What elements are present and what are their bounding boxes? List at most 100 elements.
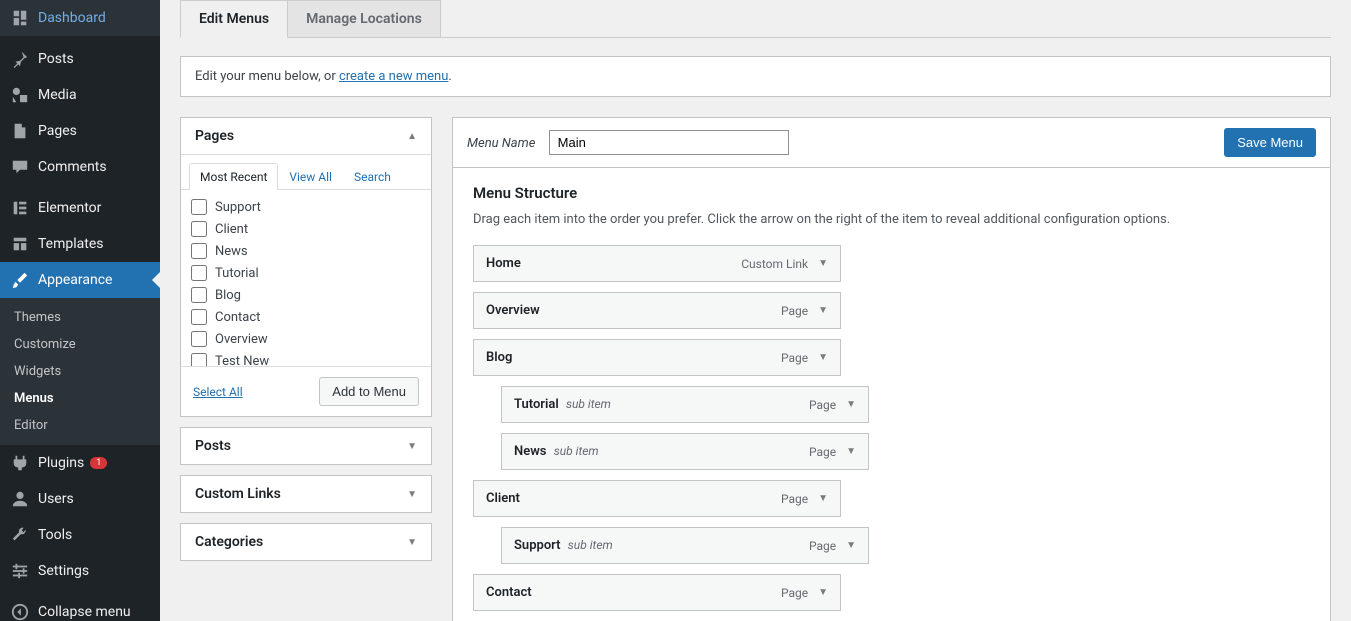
nav-tabs: Edit Menus Manage Locations (180, 0, 1331, 38)
page-checkbox-row[interactable]: Overview (191, 328, 421, 350)
sidebar-item-posts[interactable]: Posts (0, 41, 160, 77)
menu-item-title: Overview (486, 303, 540, 318)
menu-editor-column: Menu Name Save Menu Menu Structure Drag … (452, 117, 1331, 621)
menu-item-title: Contact (486, 585, 532, 600)
sidebar-item-collapse[interactable]: Collapse menu (0, 594, 160, 621)
menu-item-expand-icon[interactable]: ▼ (846, 446, 856, 457)
pages-filter-tabs: Most Recent View All Search (181, 155, 431, 190)
page-checkbox[interactable] (191, 353, 207, 366)
caret-down-icon: ▼ (407, 441, 417, 452)
menu-item-meta: Page ▼ (781, 586, 828, 600)
menu-item-expand-icon[interactable]: ▼ (846, 399, 856, 410)
menu-item-type: Page (809, 539, 836, 553)
page-checkbox-row[interactable]: Contact (191, 306, 421, 328)
menu-item[interactable]: Support sub item Page ▼ (501, 527, 869, 564)
tab-view-all[interactable]: View All (278, 163, 343, 190)
submenu-widgets[interactable]: Widgets (0, 358, 160, 385)
page-checkbox[interactable] (191, 309, 207, 325)
page-checkbox-row[interactable]: Blog (191, 284, 421, 306)
sidebar-item-settings[interactable]: Settings (0, 553, 160, 589)
sidebar-item-users[interactable]: Users (0, 481, 160, 517)
add-to-menu-button[interactable]: Add to Menu (319, 377, 419, 406)
tab-edit-menus[interactable]: Edit Menus (180, 0, 288, 38)
submenu-menus[interactable]: Menus (0, 385, 160, 412)
page-checkbox[interactable] (191, 243, 207, 259)
page-checkbox[interactable] (191, 287, 207, 303)
tab-search[interactable]: Search (343, 163, 402, 190)
menu-item-meta: Page ▼ (781, 304, 828, 318)
sidebar-item-pages[interactable]: Pages (0, 113, 160, 149)
page-checkbox[interactable] (191, 331, 207, 347)
menu-item[interactable]: ClientPage▼ (473, 480, 841, 517)
sidebar-item-tools[interactable]: Tools (0, 517, 160, 553)
page-checkbox-row[interactable]: News (191, 240, 421, 262)
menu-item[interactable]: BlogPage▼ (473, 339, 841, 376)
custom-links-metabox-toggle[interactable]: Custom Links ▼ (181, 476, 431, 512)
main-content: Edit Menus Manage Locations Edit your me… (160, 0, 1351, 621)
menu-item-expand-icon[interactable]: ▼ (846, 540, 856, 551)
sub-item-label: sub item (566, 397, 611, 411)
menu-item[interactable]: Overview Page ▼ (473, 292, 841, 329)
menu-item-type: Page (809, 445, 836, 459)
page-checkbox-row[interactable]: Client (191, 218, 421, 240)
submenu-editor[interactable]: Editor (0, 412, 160, 439)
menu-item[interactable]: HomeCustom Link▼ (473, 245, 841, 282)
page-checkbox-row[interactable]: Test New (191, 350, 421, 366)
sidebar-item-label: Elementor (38, 200, 101, 216)
categories-metabox-toggle[interactable]: Categories ▼ (181, 524, 431, 560)
menu-item-type: Page (781, 492, 808, 506)
appearance-submenu: Themes Customize Widgets Menus Editor (0, 298, 160, 445)
categories-metabox: Categories ▼ (180, 523, 432, 561)
tab-manage-locations[interactable]: Manage Locations (287, 0, 441, 37)
pages-checklist[interactable]: SupportClientNews Tutorial Blog Contact Over… (181, 190, 431, 366)
page-checkbox-label: Tutorial (215, 266, 259, 281)
sidebar-item-comments[interactable]: Comments (0, 149, 160, 185)
menu-item-title: Support sub item (514, 538, 613, 553)
menu-item[interactable]: Tutorial sub itemPage▼ (501, 386, 869, 423)
posts-metabox-toggle[interactable]: Posts ▼ (181, 428, 431, 464)
menu-structure-title: Menu Structure (473, 184, 1310, 202)
add-items-column: Pages ▲ Most Recent View All Search Supp… (180, 117, 432, 621)
menu-item-title: News sub item (514, 444, 599, 459)
submenu-themes[interactable]: Themes (0, 304, 160, 331)
menu-item-expand-icon[interactable]: ▼ (818, 352, 828, 363)
menu-item-expand-icon[interactable]: ▼ (818, 587, 828, 598)
page-checkbox[interactable] (191, 265, 207, 281)
sidebar-item-templates[interactable]: Templates (0, 226, 160, 262)
menu-item-expand-icon[interactable]: ▼ (818, 493, 828, 504)
sidebar-item-plugins[interactable]: Plugins 1 (0, 445, 160, 481)
menu-item-title: Blog (486, 350, 512, 365)
save-menu-button[interactable]: Save Menu (1224, 128, 1316, 157)
plugin-icon (10, 453, 30, 473)
page-checkbox-label: Overview (215, 332, 268, 347)
menu-item[interactable]: News sub item Page ▼ (501, 433, 869, 470)
pages-metabox-toggle[interactable]: Pages ▲ (181, 118, 431, 155)
create-new-menu-link[interactable]: create a new menu (339, 69, 448, 84)
menu-name-label: Menu Name (467, 136, 535, 151)
menu-item-type: Custom Link (741, 257, 808, 271)
page-checkbox[interactable] (191, 221, 207, 237)
menu-item[interactable]: Contact Page ▼ (473, 574, 841, 611)
sidebar-item-dashboard[interactable]: Dashboard (0, 0, 160, 36)
menu-item-type: Page (781, 586, 808, 600)
tab-most-recent[interactable]: Most Recent (189, 163, 278, 190)
sidebar-item-label: Appearance (38, 272, 112, 288)
select-all-link[interactable]: Select All (193, 385, 243, 399)
menu-item-type: Page (781, 304, 808, 318)
page-checkbox-row[interactable]: Tutorial (191, 262, 421, 284)
sidebar-item-elementor[interactable]: Elementor (0, 190, 160, 226)
sidebar-item-appearance[interactable]: Appearance (0, 262, 160, 298)
comment-icon (10, 157, 30, 177)
menu-item-expand-icon[interactable]: ▼ (818, 305, 828, 316)
menu-item-type: Page (809, 398, 836, 412)
menu-item-expand-icon[interactable]: ▼ (818, 258, 828, 269)
sidebar-item-media[interactable]: Media (0, 77, 160, 113)
plugin-update-badge: 1 (90, 457, 107, 469)
page-checkbox-row[interactable]: Support (191, 196, 421, 218)
submenu-customize[interactable]: Customize (0, 331, 160, 358)
page-checkbox[interactable] (191, 199, 207, 215)
page-checkbox-label: Blog (215, 288, 241, 303)
menu-items-list: HomeCustom Link▼OverviewPage▼BlogPage▼Tu… (473, 245, 1310, 611)
menu-name-input[interactable] (549, 130, 789, 155)
pages-metabox-body: Most Recent View All Search SupportClien… (181, 155, 431, 416)
